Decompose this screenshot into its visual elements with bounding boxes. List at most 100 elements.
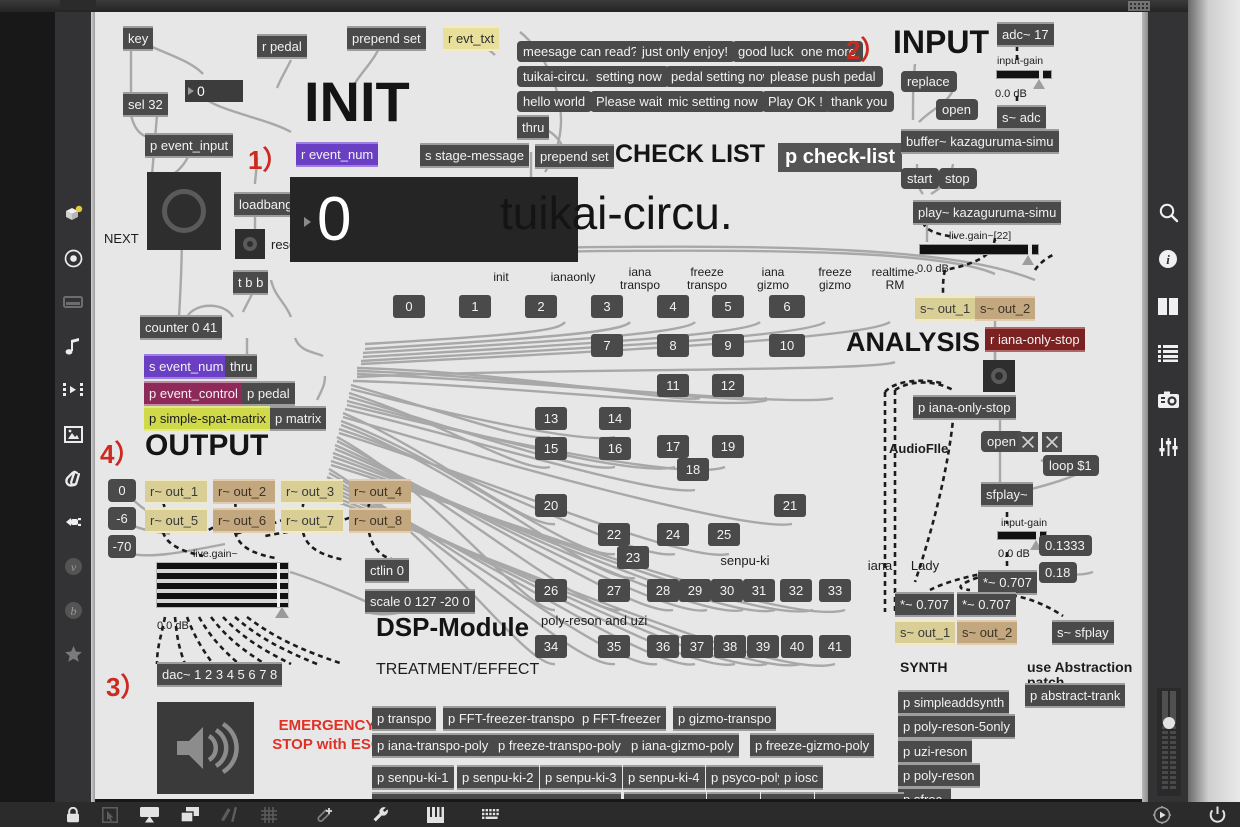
event-button-40[interactable]: 40	[781, 635, 813, 658]
mixer-sliders-icon[interactable]	[1156, 435, 1180, 459]
buffer-object[interactable]: buffer~ kazaguruma-simu	[901, 129, 1059, 154]
event-button-28[interactable]: 28	[647, 579, 679, 602]
synth-item-4[interactable]: p sfrec.	[898, 787, 951, 799]
event-button-22[interactable]: 22	[598, 523, 630, 546]
r-out-8-object[interactable]: r~ out_8	[349, 508, 411, 533]
record-circle-icon[interactable]	[61, 246, 85, 270]
replace-message[interactable]: replace	[901, 71, 957, 92]
event-button-31[interactable]: 31	[743, 579, 775, 602]
patcher-canvas[interactable]: key sel 32 0 r pedal p event_input prepe…	[95, 12, 1142, 799]
event-button-8[interactable]: 8	[657, 334, 689, 357]
pencil-divider-icon[interactable]	[221, 807, 239, 822]
synth-item-3[interactable]: p poly-reson	[898, 763, 980, 788]
event-button-9[interactable]: 9	[712, 334, 744, 357]
subpatch-r4-3[interactable]: p pingpong2	[624, 792, 706, 799]
search-icon[interactable]	[1156, 200, 1180, 224]
r-iana-only-stop-object[interactable]: r iana-only-stop	[985, 327, 1085, 352]
event-button-21[interactable]: 21	[774, 494, 806, 517]
abstract-trank-object[interactable]: p abstract-trank	[1025, 683, 1126, 708]
subpatch-r1-3[interactable]: p gizmo-transpo	[673, 706, 777, 731]
message-row1-1[interactable]: just only enjoy!	[636, 41, 735, 62]
message-row3-0[interactable]: hello world	[517, 91, 593, 112]
subpatch-r3-3[interactable]: p senpu-ki-4	[623, 765, 705, 790]
s-event-num-object[interactable]: s event_num	[144, 354, 229, 379]
subpatch-r4-5[interactable]: p RM-2	[761, 792, 814, 799]
output-gain-slider[interactable]	[156, 562, 289, 618]
message-row3-4[interactable]: thank you	[825, 91, 895, 112]
dac-object[interactable]: dac~ 1 2 3 4 5 6 7 8	[157, 662, 283, 687]
subpatch-r4-1[interactable]: p poly-delay-b	[459, 792, 551, 799]
event-button-20[interactable]: 20	[535, 494, 567, 517]
thru-object-checklist[interactable]: thru	[517, 115, 550, 140]
add-annotation-icon[interactable]	[315, 807, 334, 823]
loadbang-object[interactable]: loadbang	[234, 192, 298, 217]
event-button-19[interactable]: 19	[712, 435, 744, 458]
loop-message[interactable]: loop $1	[1043, 455, 1099, 476]
s-out-1-object-analysis[interactable]: s~ out_1	[915, 296, 976, 321]
mul-0707-b[interactable]: *~ 0.707	[957, 592, 1016, 617]
event-button-25[interactable]: 25	[708, 523, 740, 546]
power-icon[interactable]	[1209, 806, 1226, 824]
video-clip-icon[interactable]	[61, 378, 85, 402]
plug-icon[interactable]	[61, 510, 85, 534]
message-row2-1[interactable]: setting now	[590, 66, 669, 87]
event-button-6[interactable]: 6	[769, 295, 805, 318]
input-live-gain-slider[interactable]	[919, 244, 1039, 265]
key-object[interactable]: key	[123, 26, 154, 51]
level-meter[interactable]	[1157, 688, 1181, 796]
star-icon[interactable]	[61, 642, 85, 666]
layers-icon[interactable]	[181, 807, 199, 822]
stop-message[interactable]: stop	[939, 168, 977, 189]
sfplay-object[interactable]: sfplay~	[981, 482, 1033, 507]
event-button-34[interactable]: 34	[535, 635, 567, 658]
counter-object[interactable]: counter 0 41	[140, 315, 223, 340]
r-evt-txt-object[interactable]: r evt_txt	[443, 26, 500, 51]
subpatch-r1-2[interactable]: p FFT-freezer	[577, 706, 666, 731]
subpatch-r1-0[interactable]: p transpo	[372, 706, 437, 731]
list-icon[interactable]	[1156, 341, 1180, 365]
event-button-35[interactable]: 35	[598, 635, 630, 658]
subpatch-r2-1[interactable]: p freeze-transpo-poly	[493, 733, 626, 758]
value-018-message[interactable]: 0.18	[1039, 562, 1078, 583]
event-button-37[interactable]: 37	[681, 635, 713, 658]
r-event-num-object[interactable]: r event_num	[296, 142, 379, 167]
message-row1-0[interactable]: meesage can read?	[517, 41, 645, 62]
message-row2-0[interactable]: tuikai-circu.	[517, 66, 596, 87]
subpatch-r2-2[interactable]: p iana-gizmo-poly	[626, 733, 739, 758]
emergency-stop-speaker[interactable]	[157, 702, 254, 794]
filmstrip-icon[interactable]	[61, 290, 85, 314]
r-out-3-object[interactable]: r~ out_3	[281, 479, 343, 504]
audio-on-icon[interactable]	[1153, 805, 1171, 824]
toggle-1[interactable]	[1018, 432, 1038, 452]
keyboard-piano-icon[interactable]	[427, 806, 444, 823]
meter-knob[interactable]	[1163, 717, 1175, 729]
r-out-5-object[interactable]: r~ out_5	[145, 508, 207, 533]
p-event-input-object[interactable]: p event_input	[145, 133, 234, 158]
message-row3-2[interactable]: mic setting now	[662, 91, 765, 112]
subpatch-r3-0[interactable]: p senpu-ki-1	[372, 765, 454, 790]
s-out-2-object-analysis[interactable]: s~ out_2	[975, 296, 1036, 321]
message-row3-3[interactable]: Play OK !	[762, 91, 830, 112]
event-button-12[interactable]: 12	[712, 374, 744, 397]
p-check-list-object[interactable]: p check-list	[778, 143, 903, 172]
r-pedal-object[interactable]: r pedal	[257, 34, 307, 59]
image-icon[interactable]	[61, 422, 85, 446]
computer-keyboard-icon[interactable]	[482, 808, 502, 822]
event-button-1[interactable]: 1	[459, 295, 491, 318]
event-button-30[interactable]: 30	[711, 579, 743, 602]
message-row2-3[interactable]: please push pedal	[764, 66, 883, 87]
event-button-32[interactable]: 32	[780, 579, 812, 602]
toggle-2[interactable]	[1042, 432, 1062, 452]
objects-palette-icon[interactable]	[61, 202, 85, 226]
p-iana-only-stop-object[interactable]: p iana-only-stop	[913, 395, 1016, 420]
play-object[interactable]: play~ kazaguruma-simu	[913, 200, 1062, 225]
event-button-23[interactable]: 23	[617, 546, 649, 569]
value-01333-message[interactable]: 0.1333	[1039, 535, 1092, 556]
music-note-icon[interactable]	[61, 334, 85, 358]
event-button-24[interactable]: 24	[657, 523, 689, 546]
event-button-5[interactable]: 5	[712, 295, 744, 318]
event-button-39[interactable]: 39	[747, 635, 779, 658]
subpatch-r2-3[interactable]: p freeze-gizmo-poly	[750, 733, 875, 758]
s-adc-object[interactable]: s~ adc	[997, 105, 1046, 130]
p-matrix-object[interactable]: p matrix	[270, 406, 327, 431]
